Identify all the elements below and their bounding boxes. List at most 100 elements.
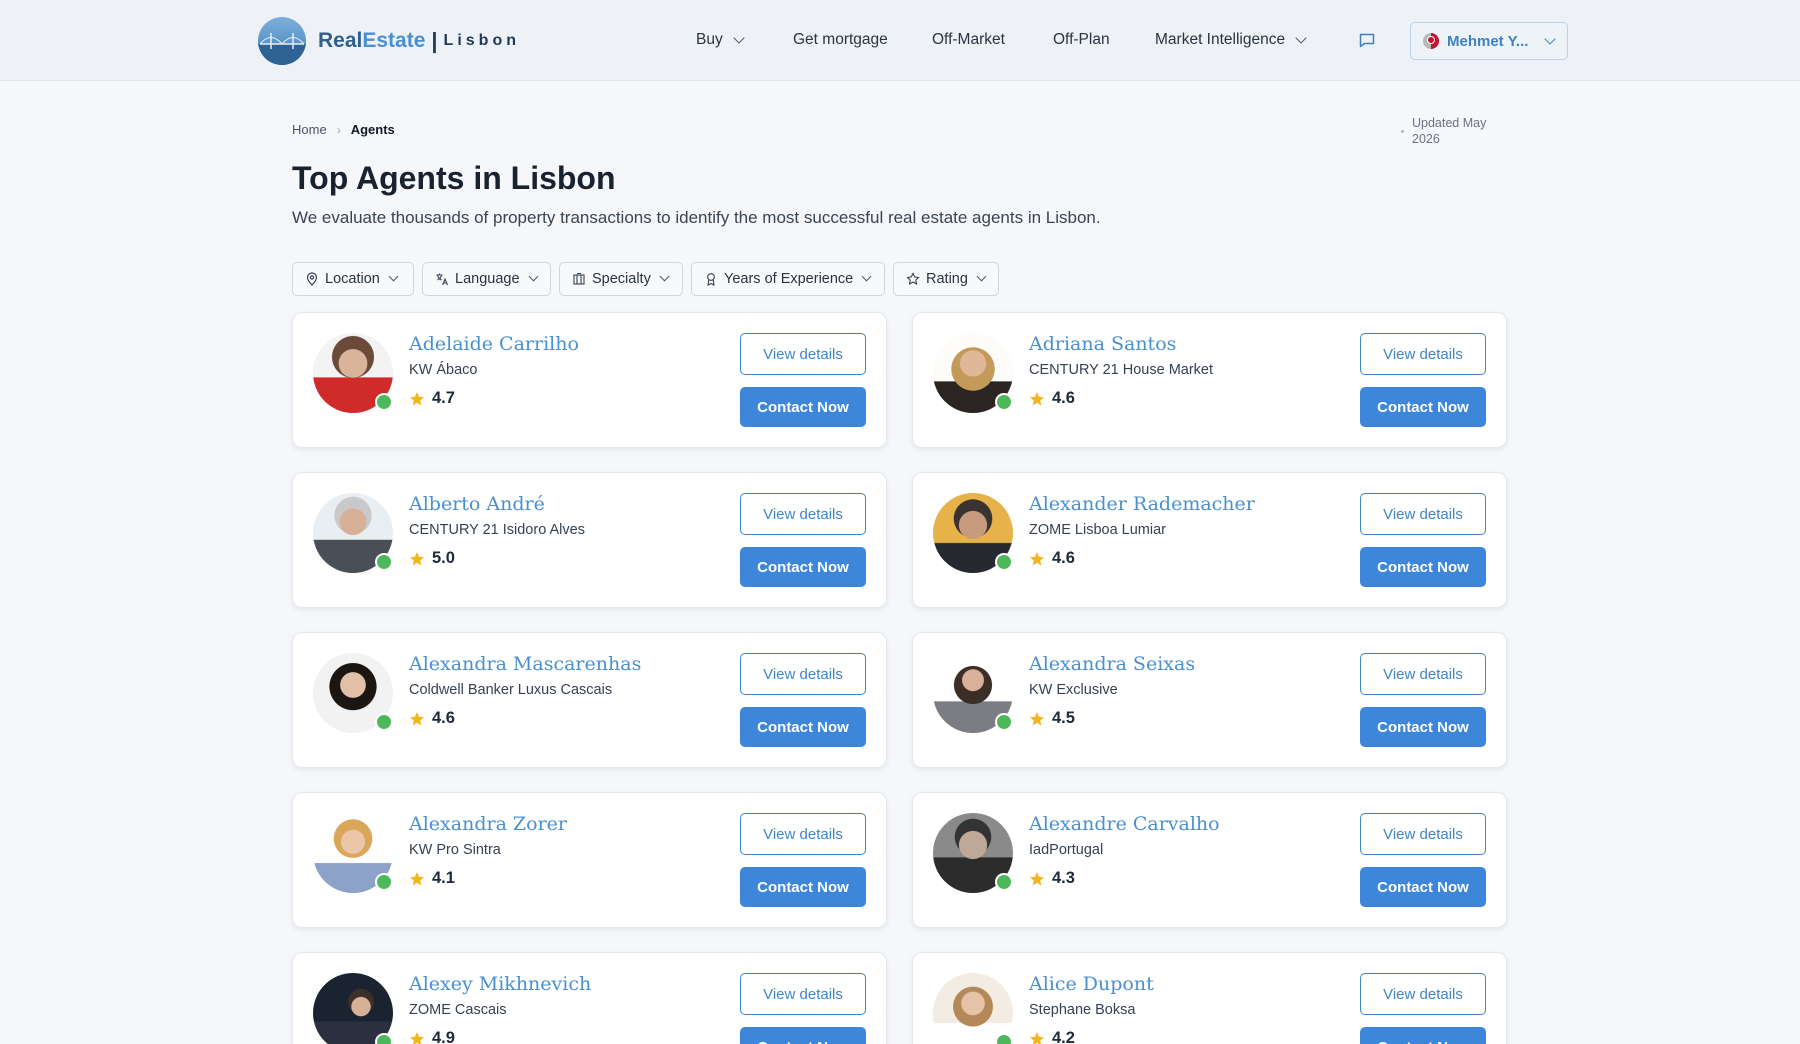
view-details-button[interactable]: View details [740, 333, 866, 375]
view-details-button[interactable]: View details [1360, 973, 1486, 1015]
agent-rating: 4.9 [409, 1029, 455, 1044]
chevron-down-icon [861, 271, 872, 282]
contact-now-button[interactable]: Contact Now [740, 867, 866, 907]
nav-mortgage-label: Get mortgage [793, 31, 888, 48]
star-icon [1030, 871, 1044, 885]
agent-agency: KW Ábaco [409, 362, 478, 378]
agent-rating: 4.2 [1029, 1029, 1075, 1044]
online-status-dot [995, 873, 1013, 891]
view-details-button[interactable]: View details [1360, 653, 1486, 695]
star-icon [410, 391, 424, 405]
nav-market-intelligence[interactable]: Market Intelligence [1155, 31, 1307, 49]
agent-agency: KW Pro Sintra [409, 842, 501, 858]
view-details-button[interactable]: View details [1360, 813, 1486, 855]
online-status-dot [375, 1033, 393, 1044]
agent-card: Alexandra Mascarenhas Coldwell Banker Lu… [292, 632, 887, 768]
filter-language[interactable]: Language [422, 262, 551, 296]
view-details-button[interactable]: View details [740, 973, 866, 1015]
contact-now-button[interactable]: Contact Now [1360, 547, 1486, 587]
chevron-down-icon [528, 271, 538, 282]
agent-card: Alexandra Seixas KW Exclusive 4.5 View d… [912, 632, 1507, 768]
star-icon [1030, 1031, 1044, 1044]
nav-off-plan[interactable]: Off-Plan [1053, 31, 1110, 49]
filter-location-label: Location [325, 271, 380, 287]
site-logo[interactable]: RealEstate | Lisbon [258, 17, 520, 65]
filter-specialty-label: Specialty [592, 271, 651, 287]
nav-buy[interactable]: Buy [696, 31, 745, 49]
top-nav-bar: RealEstate | Lisbon Buy Get mortgage Off… [0, 0, 1800, 81]
agent-name[interactable]: Alexandre Carvalho [1029, 813, 1220, 835]
view-details-button[interactable]: View details [1360, 333, 1486, 375]
award-icon [707, 273, 715, 286]
online-status-dot [995, 1033, 1013, 1044]
contact-now-button[interactable]: Contact Now [740, 1027, 866, 1044]
view-details-button[interactable]: View details [1360, 493, 1486, 535]
rating-value: 4.1 [432, 869, 455, 887]
rating-value: 4.3 [1052, 869, 1075, 887]
contact-now-button[interactable]: Contact Now [1360, 1027, 1486, 1044]
logo-bridge-icon [258, 17, 306, 65]
agent-agency: Coldwell Banker Luxus Cascais [409, 682, 613, 698]
view-details-button[interactable]: View details [740, 653, 866, 695]
contact-now-button[interactable]: Contact Now [1360, 707, 1486, 747]
agent-name[interactable]: Alexander Rademacher [1029, 493, 1255, 515]
logo-separator: | [431, 28, 438, 53]
rating-value: 4.2 [1052, 1029, 1075, 1044]
contact-now-button[interactable]: Contact Now [740, 707, 866, 747]
agent-name[interactable]: Alexandra Mascarenhas [409, 653, 641, 675]
nav-get-mortgage[interactable]: Get mortgage [793, 31, 888, 49]
filter-years-experience[interactable]: Years of Experience [691, 262, 885, 296]
rating-value: 4.6 [432, 709, 455, 727]
view-details-button[interactable]: View details [740, 493, 866, 535]
chevron-down-icon [659, 271, 670, 282]
contact-now-button[interactable]: Contact Now [1360, 387, 1486, 427]
agent-card: Alexandre Carvalho IadPortugal 4.3 View … [912, 792, 1507, 928]
agent-card: Adriana Santos CENTURY 21 House Market 4… [912, 312, 1507, 448]
agent-rating: 4.1 [409, 869, 455, 888]
contact-now-button[interactable]: Contact Now [740, 387, 866, 427]
agent-name[interactable]: Alice Dupont [1029, 973, 1154, 995]
agent-agency: ZOME Cascais [409, 1002, 507, 1018]
logo-estate-text: Estate [362, 29, 426, 52]
star-icon [1030, 551, 1044, 565]
filter-rating[interactable]: Rating [893, 262, 999, 296]
chevron-down-icon [1544, 32, 1557, 45]
nav-off-market[interactable]: Off-Market [932, 31, 1005, 49]
agent-rating: 4.6 [409, 709, 455, 728]
agent-name[interactable]: Alexandra Zorer [409, 813, 567, 835]
agent-name[interactable]: Adriana Santos [1029, 333, 1176, 355]
map-pin-icon [306, 272, 318, 286]
user-menu-button[interactable]: Mehmet Y... [1410, 22, 1568, 60]
breadcrumb-home[interactable]: Home [292, 122, 327, 137]
nav-off-market-label: Off-Market [932, 31, 1005, 48]
star-icon [410, 871, 424, 885]
agent-name[interactable]: Adelaide Carrilho [409, 333, 579, 355]
contact-now-button[interactable]: Contact Now [740, 547, 866, 587]
agent-rating: 4.7 [409, 389, 455, 408]
logo-city-text: Lisbon [443, 32, 520, 49]
agent-card: Adelaide Carrilho KW Ábaco 4.7 View deta… [292, 312, 887, 448]
nav-off-plan-label: Off-Plan [1053, 31, 1110, 48]
filter-specialty[interactable]: Specialty [559, 262, 683, 296]
agent-name[interactable]: Alexey Mikhnevich [409, 973, 591, 995]
rating-value: 4.5 [1052, 709, 1075, 727]
contact-now-button[interactable]: Contact Now [1360, 867, 1486, 907]
agent-rating: 4.6 [1029, 549, 1075, 568]
chevron-down-icon [976, 271, 987, 282]
online-status-dot [375, 553, 393, 571]
agent-card: Alice Dupont Stephane Boksa 4.2 View det… [912, 952, 1507, 1044]
translate-icon [436, 273, 449, 286]
agent-agency: CENTURY 21 House Market [1029, 362, 1214, 378]
agent-name[interactable]: Alexandra Seixas [1029, 653, 1195, 675]
agent-agency: ZOME Lisboa Lumiar [1029, 522, 1166, 538]
filter-location[interactable]: Location [292, 262, 414, 296]
chat-icon[interactable] [1358, 31, 1376, 49]
chevron-down-icon [733, 31, 745, 44]
agent-name[interactable]: Alberto André [409, 493, 545, 515]
rating-value: 4.9 [432, 1029, 455, 1044]
view-details-button[interactable]: View details [740, 813, 866, 855]
chevron-down-icon [388, 271, 399, 282]
online-status-dot [995, 553, 1013, 571]
agent-rating: 5.0 [409, 549, 455, 568]
page-subtitle: We evaluate thousands of property transa… [292, 208, 1101, 227]
